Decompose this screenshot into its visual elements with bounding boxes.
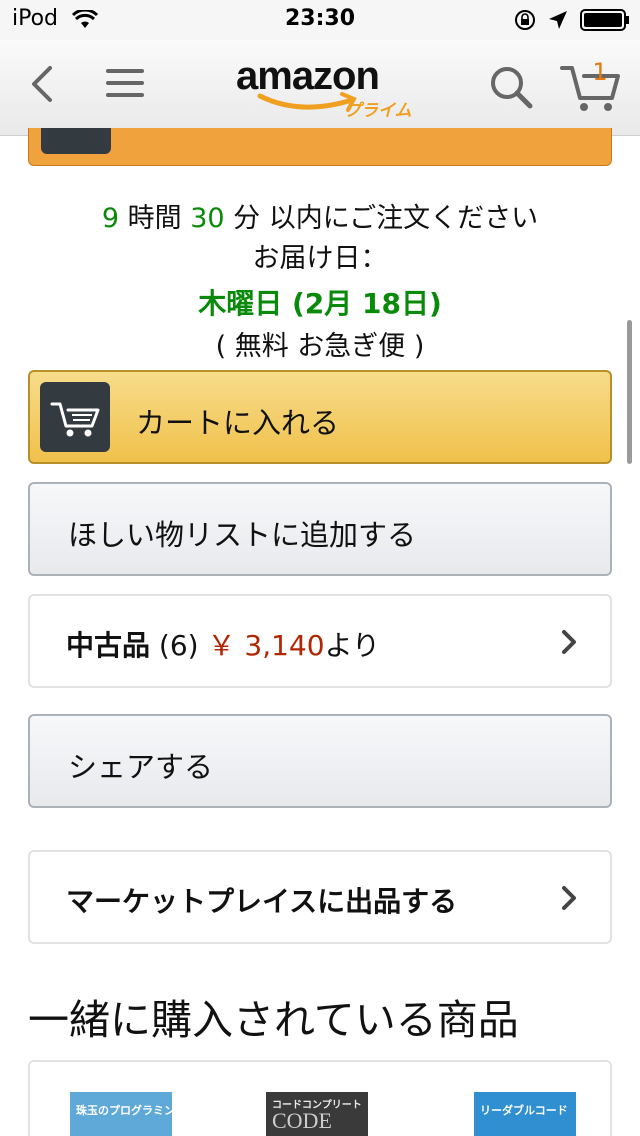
- book-cover-text: リーダブルコード: [480, 1104, 568, 1117]
- buy-now-icon: [41, 128, 111, 154]
- sell-on-marketplace-row[interactable]: マーケットプレイスに出品する: [28, 850, 612, 944]
- delivery-date-label: お届け日：: [252, 243, 388, 274]
- used-price-suffix: より: [324, 629, 381, 662]
- amazon-prime-logo[interactable]: amazon プライム: [228, 54, 418, 124]
- product-thumbnail[interactable]: 珠玉のプログラミング: [70, 1092, 172, 1136]
- scrollbar[interactable]: [627, 320, 632, 464]
- deadline-hours-unit: 時間: [119, 203, 191, 234]
- cart-count-badge: 1: [592, 58, 608, 86]
- status-bar: iPod 23:30: [0, 0, 640, 40]
- share-label: シェアする: [68, 750, 214, 784]
- used-offers-text: 中古品 (6) ￥ 3,140より: [66, 624, 380, 664]
- buy-now-button[interactable]: [28, 128, 612, 166]
- order-deadline: 9 時間 30 分 以内にご注文ください: [0, 196, 640, 235]
- used-count: (6): [158, 629, 199, 662]
- used-label: 中古品: [66, 629, 151, 662]
- product-thumbnail[interactable]: リーダブルコード: [474, 1092, 576, 1136]
- used-offers-row[interactable]: 中古品 (6) ￥ 3,140より: [28, 594, 612, 688]
- wishlist-label: ほしい物リストに追加する: [68, 518, 417, 552]
- status-time: 23:30: [284, 6, 356, 31]
- section-title: 一緒に購入されている商品: [28, 996, 519, 1044]
- menu-icon[interactable]: [104, 66, 146, 100]
- add-to-wishlist-button[interactable]: ほしい物リストに追加する: [28, 482, 612, 576]
- deadline-minutes-unit: 分 以内にご注文ください: [224, 203, 539, 234]
- shipping-method: ( 無料 お急ぎ便 ): [215, 331, 425, 362]
- chevron-right-icon: [562, 630, 576, 654]
- book-cover-text: 珠玉のプログラミング: [76, 1104, 172, 1117]
- used-price: ￥ 3,140: [207, 629, 325, 662]
- delivery-date: 木曜日 (2月 18日): [198, 287, 442, 320]
- logo-prime-text: プライム: [344, 101, 412, 121]
- add-to-cart-label: カートに入れる: [136, 406, 340, 440]
- product-thumbnail[interactable]: コードコンプリート CODE: [266, 1092, 368, 1136]
- search-icon[interactable]: [488, 64, 534, 110]
- location-arrow-icon: [549, 11, 567, 29]
- deadline-hours: 9: [101, 203, 120, 234]
- app-header: amazon プライム 1: [0, 40, 640, 136]
- products-carousel: 珠玉のプログラミング コードコンプリート CODE リーダブルコード: [28, 1060, 612, 1136]
- battery-icon: [580, 9, 629, 31]
- cart-icon: [50, 402, 100, 437]
- back-icon[interactable]: [24, 64, 60, 104]
- orientation-lock-icon: [515, 10, 535, 30]
- marketplace-label: マーケットプレイスに出品する: [66, 885, 458, 918]
- add-to-cart-button[interactable]: カートに入れる: [28, 370, 612, 464]
- chevron-right-icon: [562, 886, 576, 910]
- share-button[interactable]: シェアする: [28, 714, 612, 808]
- add-to-cart-icon-box: [40, 382, 110, 452]
- deadline-minutes: 30: [190, 203, 225, 234]
- book-cover-title: CODE: [272, 1108, 332, 1133]
